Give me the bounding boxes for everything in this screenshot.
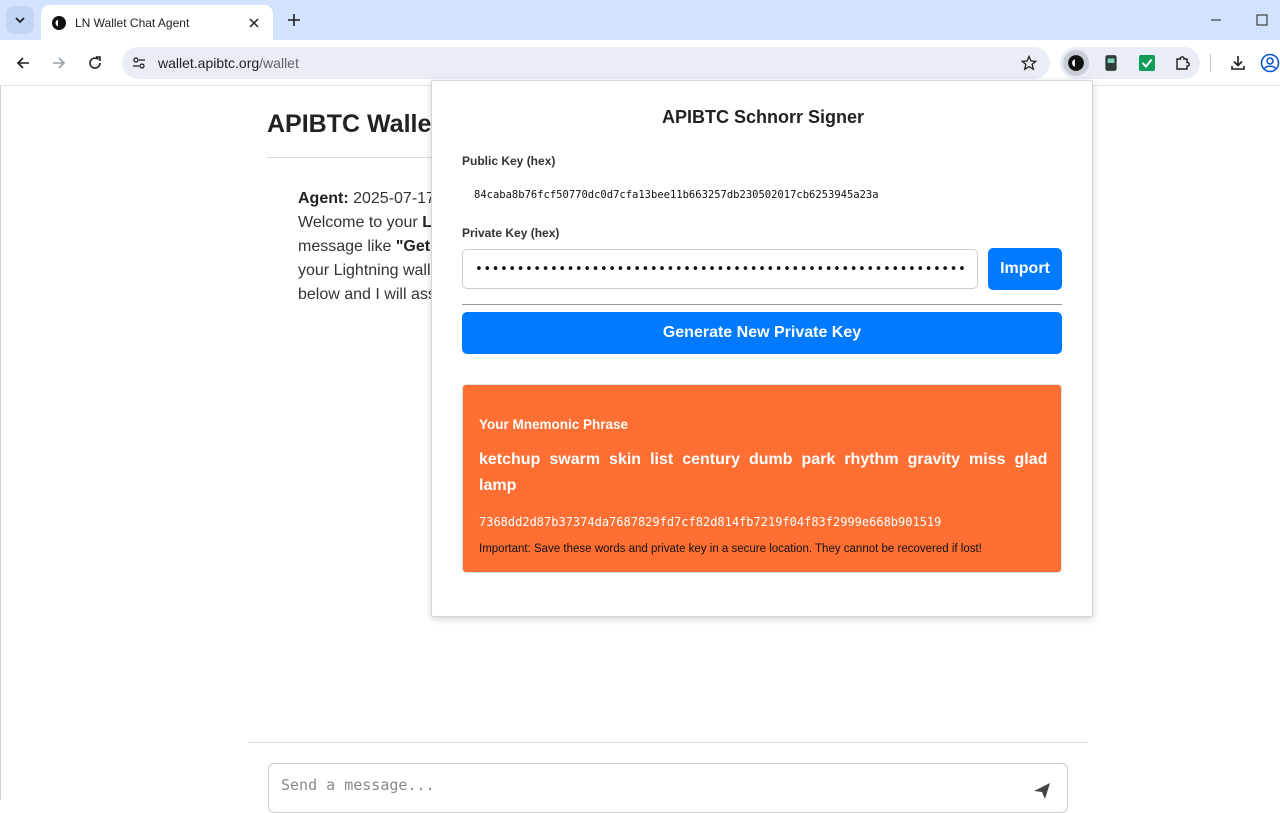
popup-divider [462,304,1062,305]
mnemonic-word: swarm [549,451,601,468]
mnemonic-word: gravity [907,451,961,468]
checkmark-extension-icon[interactable] [1134,50,1160,76]
arrow-left-icon [16,57,29,69]
puzzle-icon[interactable] [1170,50,1196,76]
wallet-extension-icon[interactable] [1098,50,1124,76]
bookmark-star-icon[interactable] [1020,54,1038,72]
minimize-button[interactable] [1204,10,1228,30]
close-icon[interactable] [245,14,263,32]
public-key-label: Public Key (hex) [462,154,556,168]
mnemonic-card: Your Mnemonic Phrase ketchup swarm skin … [462,384,1062,573]
favicon-icon [51,15,67,31]
mnemonic-word: dumb [748,451,793,468]
mnemonic-warning: Important: Save these words and private … [479,543,982,555]
tab-title: LN Wallet Chat Agent [75,15,190,30]
apibtc-extension-icon[interactable] [1063,50,1089,76]
mnemonic-word: list [650,451,674,468]
address-bar[interactable]: wallet.apibtc.org/wallet [122,47,1050,79]
mnemonic-word: rhythm [844,451,899,468]
private-key-label: Private Key (hex) [462,226,560,240]
message-input[interactable] [281,776,981,794]
tab-strip: LN Wallet Chat Agent [0,0,1280,40]
reload-button[interactable] [81,49,109,77]
mnemonic-word: miss [969,451,1006,468]
avatar-icon [1260,53,1280,73]
url-text: wallet.apibtc.org/wallet [158,55,299,71]
url-path: /wallet [259,55,299,71]
page-title: APIBTC Wallet [267,110,440,138]
popup-title: APIBTC Schnorr Signer [661,107,865,127]
mnemonic-heading: Your Mnemonic Phrase [479,417,629,432]
download-icon [1231,56,1245,70]
back-button[interactable] [9,49,37,77]
message-line-2: message like [298,238,396,255]
new-tab-button[interactable] [282,8,306,32]
toolbar-divider [1210,54,1211,72]
reload-icon [89,56,101,69]
agent-label: Agent: [298,190,349,207]
mnemonic-word: glad [1014,451,1048,468]
tab-search-button[interactable] [6,6,34,34]
browser-tab[interactable]: LN Wallet Chat Agent [41,5,273,40]
composer-divider [248,742,1088,743]
schnorr-signer-popup: APIBTC Schnorr Signer Public Key (hex) 8… [431,80,1093,617]
mnemonic-private-key-hex: 7368dd2d87b37374da7687829fd7cf82d814fb72… [479,515,942,529]
mnemonic-word: lamp [479,477,517,494]
downloads-button[interactable] [1224,49,1252,77]
mnemonic-word: ketchup [479,451,541,468]
plus-icon [288,14,300,26]
forward-button[interactable] [45,49,73,77]
agent-timestamp: 2025-07-17 [353,190,435,207]
import-button[interactable]: Import [988,248,1062,290]
arrow-right-icon [53,57,66,69]
site-info-icon[interactable] [130,54,148,72]
mnemonic-word: century [682,451,740,468]
chevron-down-icon [15,17,25,24]
mnemonic-words: ketchup swarm skin list century dumb par… [479,449,1049,497]
minimize-icon [1211,19,1221,21]
mnemonic-word: skin [609,451,642,468]
message-line-2-bold: "Get [395,238,431,255]
maximize-icon [1256,14,1268,26]
message-line-1: Welcome to your [298,214,423,231]
send-icon[interactable] [1031,780,1053,802]
profile-button[interactable] [1260,49,1280,77]
message-composer [268,763,1068,813]
maximize-button[interactable] [1250,10,1274,30]
public-key-value: 84caba8b76fcf50770dc0d7cfa13bee11b663257… [474,189,879,201]
extensions-group [1060,47,1200,79]
mnemonic-word: park [801,451,836,468]
url-host: wallet.apibtc.org [158,55,260,71]
generate-key-button[interactable]: Generate New Private Key [462,312,1062,354]
private-key-input[interactable] [462,249,978,289]
